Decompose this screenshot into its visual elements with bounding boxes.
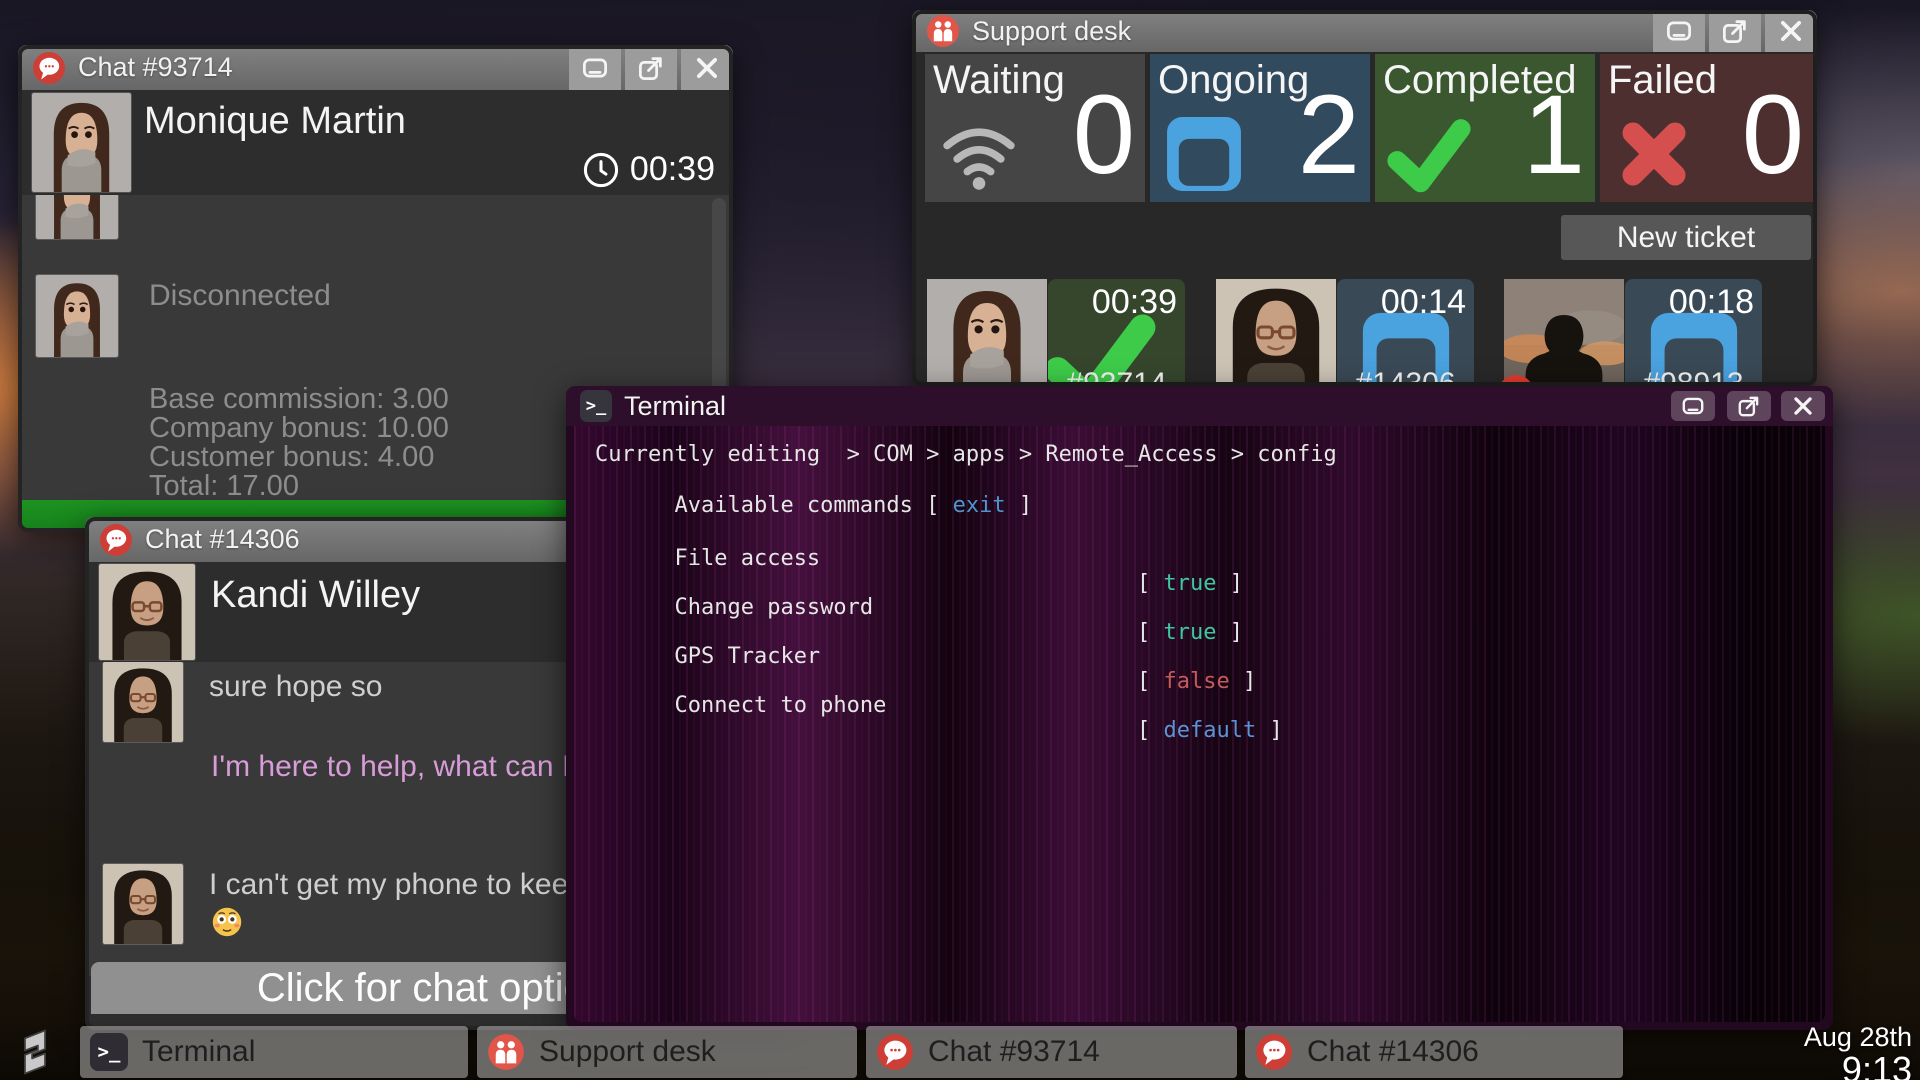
window-support-desk: Support desk Waiting 0 Ongoing 2 Complet… xyxy=(912,10,1817,411)
clock-icon xyxy=(582,151,620,189)
flushed-emoji xyxy=(211,906,243,938)
chat2-window-title: Chat #14306 xyxy=(145,524,300,554)
message-avatar xyxy=(103,864,183,944)
message-avatar xyxy=(103,662,183,742)
terminal-breadcrumb: Currently editing > COM > apps > Remote_… xyxy=(595,442,1337,467)
popout-button[interactable] xyxy=(625,45,677,90)
customer-message: sure hope so xyxy=(209,670,383,703)
status-message: Disconnected xyxy=(149,279,331,312)
stat-failed-value: 0 xyxy=(1741,72,1804,197)
message-avatar xyxy=(36,275,118,357)
system-clock: Aug 28th 9:13 xyxy=(1804,1022,1912,1080)
minimize-button[interactable] xyxy=(1653,10,1705,52)
stat-completed: Completed 1 xyxy=(1375,54,1595,202)
support-desk-icon xyxy=(487,1033,525,1071)
chat-bubble-icon xyxy=(99,523,133,557)
ticket-avatar[interactable]: 1 xyxy=(1498,279,1624,411)
support-desk-titlebar[interactable]: Support desk xyxy=(912,10,1817,52)
chat1-window-title: Chat #93714 xyxy=(78,52,233,82)
popout-icon xyxy=(1736,393,1762,419)
popout-icon xyxy=(1720,16,1750,46)
ticket-98913[interactable]: 00:18 #98913 xyxy=(1625,279,1762,399)
chat1-timer: 00:39 xyxy=(582,150,715,189)
close-icon xyxy=(1790,393,1816,419)
chat1-timer-value: 00:39 xyxy=(629,150,715,188)
taskbar-item-chat-93714[interactable]: Chat #93714 xyxy=(866,1026,1237,1078)
config-name: Change password xyxy=(674,595,874,620)
window-terminal: >_ Terminal Currently editing > COM > ap… xyxy=(566,386,1833,1030)
chat1-customer-header: Monique Martin 00:39 xyxy=(22,90,729,195)
config-row-connect-to-phone: Connect to phone [ default ] xyxy=(595,668,1825,768)
popout-button[interactable] xyxy=(1727,391,1771,421)
minimize-button[interactable] xyxy=(1671,391,1715,421)
terminal-icon: >_ xyxy=(90,1033,128,1071)
taskbar-label: Chat #93714 xyxy=(928,1035,1100,1068)
customer-name: Kandi Willey xyxy=(211,574,421,616)
ticket-14306[interactable]: 00:14 #14306 xyxy=(1337,279,1474,399)
config-name: GPS Tracker xyxy=(674,644,821,669)
terminal-titlebar[interactable]: >_ Terminal xyxy=(566,386,1833,426)
taskbar-item-chat-14306[interactable]: Chat #14306 xyxy=(1245,1026,1623,1078)
system-time: 9:13 xyxy=(1841,1049,1912,1080)
close-icon xyxy=(692,53,722,83)
minimize-icon xyxy=(1664,16,1694,46)
commission-line: Total: 17.00 xyxy=(149,470,299,500)
popout-button[interactable] xyxy=(1709,10,1761,52)
terminal-prompt-icon: >_ xyxy=(580,390,612,422)
ticket-timer: 00:18 xyxy=(1668,283,1754,321)
minimize-icon xyxy=(580,53,610,83)
support-desk-icon xyxy=(926,14,960,48)
minimize-icon xyxy=(1680,393,1706,419)
taskbar-item-support-desk[interactable]: Support desk xyxy=(477,1026,857,1078)
message-avatar xyxy=(36,195,118,239)
taskbar-label: Support desk xyxy=(539,1035,716,1068)
wifi-icon xyxy=(937,112,1021,196)
config-value-button[interactable]: [ default ] xyxy=(1137,718,1283,743)
close-button[interactable] xyxy=(681,45,733,90)
taskbar-label: Terminal xyxy=(142,1035,256,1068)
ongoing-window-icon xyxy=(1162,112,1246,196)
taskbar-item-terminal[interactable]: >_ Terminal xyxy=(80,1026,468,1078)
chat1-titlebar[interactable]: Chat #93714 xyxy=(18,45,733,90)
config-name: File access xyxy=(674,546,821,571)
chat-bubble-icon xyxy=(876,1033,914,1071)
stat-failed: Failed 0 xyxy=(1600,54,1814,202)
stat-waiting-value: 0 xyxy=(1072,72,1135,197)
chat-bubble-icon xyxy=(32,51,66,85)
exit-command[interactable]: exit xyxy=(953,493,1006,518)
config-name: Connect to phone xyxy=(674,693,887,718)
stat-waiting: Waiting 0 xyxy=(925,54,1145,202)
ticket-avatar[interactable] xyxy=(927,279,1047,399)
stat-completed-value: 1 xyxy=(1522,72,1585,197)
taskbar-label: Chat #14306 xyxy=(1307,1035,1479,1068)
customer-name: Monique Martin xyxy=(144,100,406,142)
support-desk-window-title: Support desk xyxy=(972,15,1132,46)
terminal-output: Currently editing > COM > apps > Remote_… xyxy=(574,426,1825,1022)
popout-icon xyxy=(636,53,666,83)
ticket-93714[interactable]: 00:39 #93714 xyxy=(1048,279,1185,399)
start-menu-logo[interactable] xyxy=(12,1028,58,1076)
ticket-timer: 00:39 xyxy=(1091,283,1177,321)
ticket-timer: 00:14 xyxy=(1380,283,1466,321)
customer-avatar xyxy=(32,93,131,192)
minimize-button[interactable] xyxy=(569,45,621,90)
new-ticket-label: New ticket xyxy=(1616,220,1756,254)
close-button[interactable] xyxy=(1781,391,1825,421)
chat-bubble-icon xyxy=(1255,1033,1293,1071)
close-button[interactable] xyxy=(1765,10,1817,52)
checkmark-icon xyxy=(1387,112,1471,196)
customer-avatar xyxy=(99,564,195,660)
terminal-window-title: Terminal xyxy=(624,390,727,421)
new-ticket-button[interactable]: New ticket xyxy=(1561,215,1811,260)
stat-ongoing: Ongoing 2 xyxy=(1150,54,1370,202)
close-icon xyxy=(1776,16,1806,46)
stat-ongoing-value: 2 xyxy=(1297,72,1360,197)
ticket-avatar[interactable] xyxy=(1216,279,1336,399)
cross-icon xyxy=(1612,112,1696,196)
